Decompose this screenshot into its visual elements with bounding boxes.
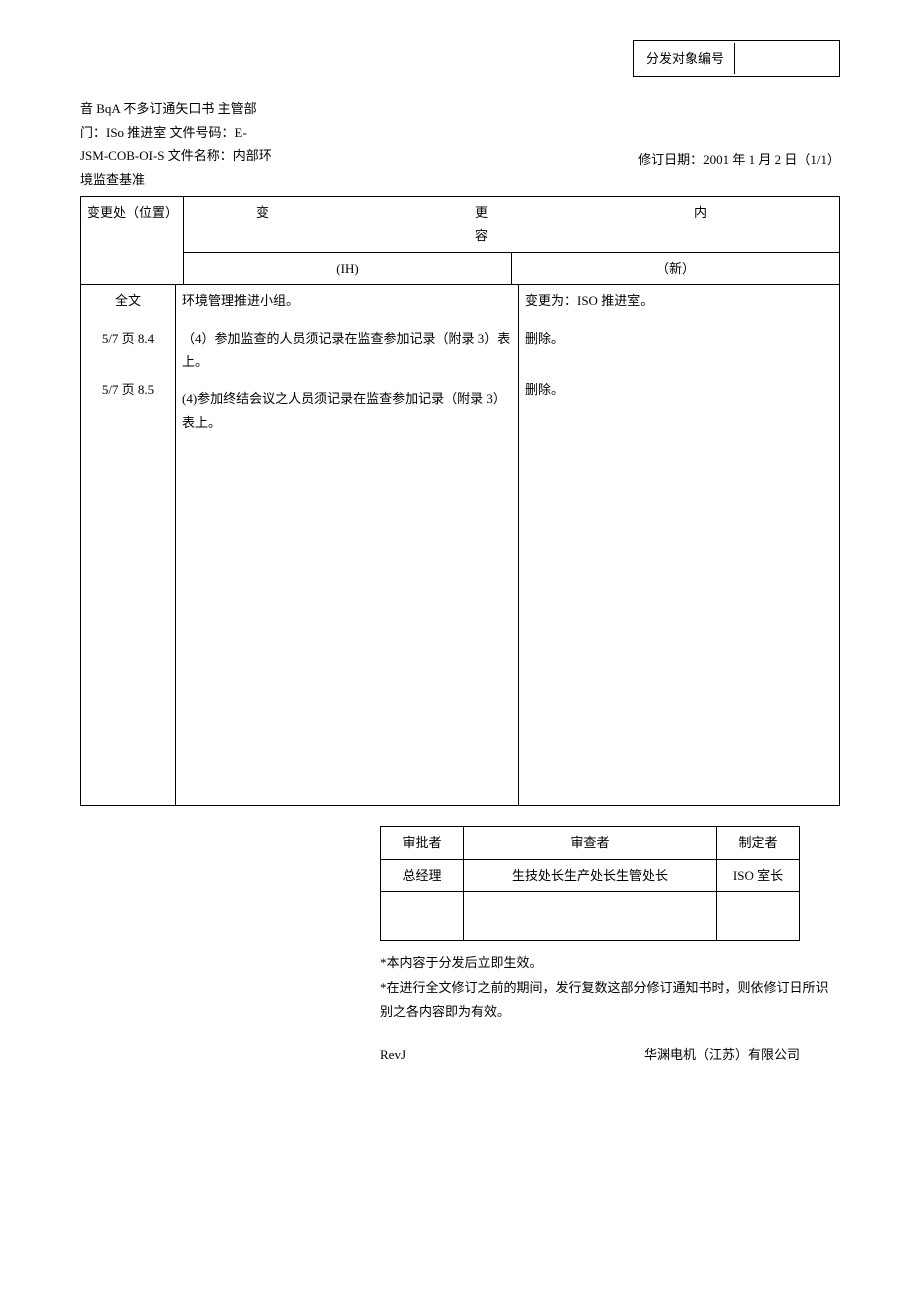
row-new: 删除。 bbox=[525, 327, 833, 350]
approval-h3: 制定者 bbox=[717, 827, 800, 859]
dist-value bbox=[737, 43, 837, 74]
change-table: 变更处（位置） 变 更 内 容 (IH) （新） 全文 5/7 页 8.4 5/… bbox=[80, 196, 840, 806]
revision-date: 修订日期：2001 年 1 月 2 日（1/1） bbox=[638, 148, 840, 171]
approval-h2: 审查者 bbox=[464, 827, 717, 859]
row-new: 删除。 bbox=[525, 378, 833, 401]
footer-company: 华渊电机（江苏）有限公司 bbox=[644, 1043, 800, 1066]
notes-block: *本内容于分发后立即生效。 *在进行全文修订之前的期间，发行复数这部分修订通知书… bbox=[380, 951, 840, 1023]
signature-cell bbox=[381, 891, 464, 940]
footer-rev: RevJ bbox=[380, 1043, 406, 1066]
col-new-header: （新） bbox=[512, 252, 840, 284]
header-line-1: 音 BqA 不多订通矢口书 主管部 bbox=[80, 97, 840, 120]
header-line-4: 境监查基准 bbox=[80, 172, 145, 187]
approval-table: 审批者 审查者 制定者 总经理 生技处长生产处长生管处长 ISO 室长 bbox=[380, 826, 800, 941]
header-line-2: 门：ISo 推进室 文件号码：E- bbox=[80, 121, 840, 144]
row-loc: 全文 bbox=[83, 289, 173, 312]
footer: RevJ 华渊电机（江苏）有限公司 bbox=[80, 1043, 840, 1066]
row-loc: 5/7 页 8.4 bbox=[83, 327, 173, 350]
row-new: 变更为：ISO 推进室。 bbox=[525, 289, 833, 312]
col-location-header: 变更处（位置） bbox=[81, 196, 184, 284]
row-old: （4）参加监查的人员须记录在监查参加记录（附录 3）表上。 bbox=[182, 327, 512, 374]
approval-h1: 审批者 bbox=[381, 827, 464, 859]
dist-label: 分发对象编号 bbox=[636, 43, 735, 74]
approval-v2: 生技处长生产处长生管处长 bbox=[464, 859, 717, 891]
doc-header: 音 BqA 不多订通矢口书 主管部 门：ISo 推进室 文件号码：E- JSM-… bbox=[80, 97, 840, 191]
signature-cell bbox=[717, 891, 800, 940]
signature-cell bbox=[464, 891, 717, 940]
note-1: *本内容于分发后立即生效。 bbox=[380, 951, 840, 974]
row-loc: 5/7 页 8.5 bbox=[83, 378, 173, 401]
note-2: *在进行全文修订之前的期间，发行复数这部分修订通知书时，则依修订日所识别之各内容… bbox=[380, 976, 840, 1023]
approval-v3: ISO 室长 bbox=[717, 859, 800, 891]
row-old: (4)参加终结会议之人员须记录在监查参加记录（附录 3）表上。 bbox=[182, 387, 512, 434]
approval-v1: 总经理 bbox=[381, 859, 464, 891]
col-change-header: 变 更 内 容 bbox=[184, 196, 840, 252]
distribution-number-box: 分发对象编号 bbox=[633, 40, 840, 77]
row-old: 环境管理推进小组。 bbox=[182, 289, 512, 312]
col-old-header: (IH) bbox=[184, 252, 512, 284]
